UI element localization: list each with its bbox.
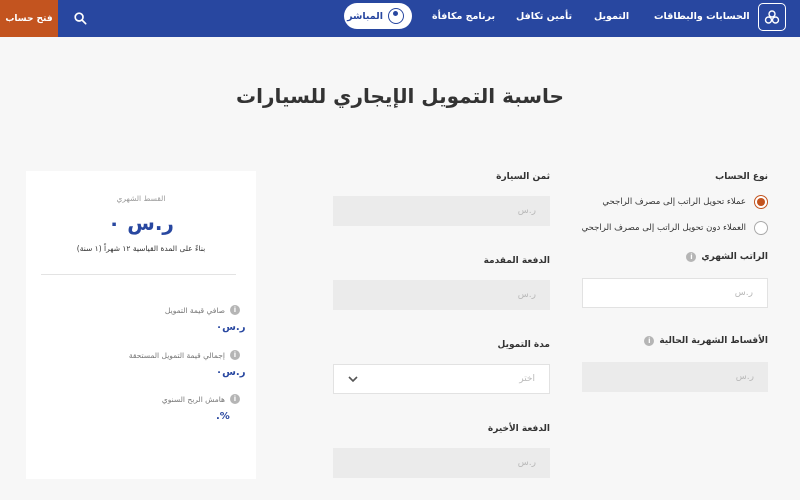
- info-icon[interactable]: i: [644, 336, 655, 346]
- account-option-label: العملاء دون تحويل الراتب إلى مصرف الراجح…: [581, 223, 746, 233]
- net-financing-value: ر.س٠: [216, 322, 246, 333]
- account-type-label: نوع الحساب: [715, 172, 768, 182]
- info-icon[interactable]: i: [230, 394, 240, 404]
- car-price-placeholder: ر.س: [517, 206, 536, 216]
- car-price-label: ثمن السيارة: [496, 172, 550, 182]
- annual-margin-label-row: i هامش الربح السنوي: [162, 394, 240, 404]
- account-option-label: عملاء تحويل الراتب إلى مصرف الراجحي: [602, 197, 746, 207]
- top-navigation-bar: فتح حساب المباشر برنامج مكافأة تأمين تكا…: [0, 0, 800, 37]
- chevron-down-icon: [348, 375, 358, 382]
- info-icon[interactable]: i: [230, 350, 240, 360]
- standard-period-note: بناءً على المدة القياسية ١٢ شهراً (١ سنة…: [76, 244, 206, 253]
- monthly-salary-input[interactable]: ر.س: [582, 278, 768, 308]
- open-account-button[interactable]: فتح حساب: [0, 0, 58, 37]
- monthly-salary-label-row: الراتب الشهري i: [686, 252, 768, 262]
- info-icon[interactable]: i: [686, 252, 697, 262]
- net-financing-label: صافي قيمة التمويل: [164, 305, 225, 315]
- mubasher-label: المباشر: [347, 10, 383, 22]
- nav-financing[interactable]: التمويل: [594, 0, 629, 37]
- car-price-input[interactable]: ر.س: [333, 196, 550, 226]
- mubasher-button[interactable]: المباشر: [344, 3, 412, 29]
- monthly-installment-caption: القسط الشهري: [116, 194, 166, 203]
- total-financing-value: ر.س٠: [216, 367, 246, 378]
- bank-logo-icon: [764, 10, 780, 24]
- total-financing-label: إجمالي قيمة التمويل المستحقة: [128, 350, 225, 360]
- nav-accounts-cards[interactable]: الحسابات والبطاقات: [654, 0, 750, 37]
- down-payment-input[interactable]: ر.س: [333, 280, 550, 310]
- account-option-salary-transfer[interactable]: عملاء تحويل الراتب إلى مصرف الراجحي: [602, 195, 768, 209]
- total-financing-label-row: i إجمالي قيمة التمويل المستحقة: [129, 350, 240, 360]
- financing-period-label: مدة التمويل: [497, 340, 550, 350]
- financing-period-select[interactable]: اختر: [333, 364, 550, 394]
- monthly-salary-placeholder: ر.س: [734, 288, 753, 298]
- current-installments-input[interactable]: ر.س: [582, 362, 768, 392]
- final-payment-label: الدفعة الأخيرة: [487, 424, 550, 434]
- bank-logo[interactable]: [758, 3, 786, 31]
- monthly-installment-amount: ر.س ٠: [108, 211, 174, 235]
- current-installments-placeholder: ر.س: [735, 372, 754, 382]
- monthly-salary-label: الراتب الشهري: [701, 252, 768, 262]
- down-payment-placeholder: ر.س: [517, 290, 536, 300]
- radio-unselected-icon[interactable]: [754, 221, 768, 235]
- down-payment-label: الدفعة المقدمة: [483, 256, 550, 266]
- net-financing-label-row: i صافي قيمة التمويل: [165, 305, 240, 315]
- nav-takaful[interactable]: تأمين تكافل: [516, 0, 572, 37]
- info-icon[interactable]: i: [230, 305, 240, 315]
- current-installments-label: الأقساط الشهرية الحالية: [659, 336, 768, 346]
- search-button[interactable]: [58, 0, 102, 37]
- radio-selected-icon[interactable]: [754, 195, 768, 209]
- final-payment-placeholder: ر.س: [517, 458, 536, 468]
- current-installments-label-row: الأقساط الشهرية الحالية i: [644, 336, 768, 346]
- user-icon: [388, 8, 404, 24]
- financing-period-placeholder: اختر: [519, 374, 535, 384]
- annual-margin-label: هامش الربح السنوي: [161, 394, 225, 404]
- search-icon: [73, 12, 87, 25]
- nav-rewards[interactable]: برنامج مكافأة: [432, 0, 495, 37]
- annual-margin-value: %.: [216, 411, 230, 422]
- divider: [41, 274, 236, 275]
- final-payment-input[interactable]: ر.س: [333, 448, 550, 478]
- monthly-installment-card: القسط الشهري ر.س ٠ بناءً على المدة القيا…: [26, 171, 256, 479]
- account-option-no-salary-transfer[interactable]: العملاء دون تحويل الراتب إلى مصرف الراجح…: [582, 221, 768, 235]
- page-title: حاسبة التمويل الإيجاري للسيارات: [236, 84, 564, 108]
